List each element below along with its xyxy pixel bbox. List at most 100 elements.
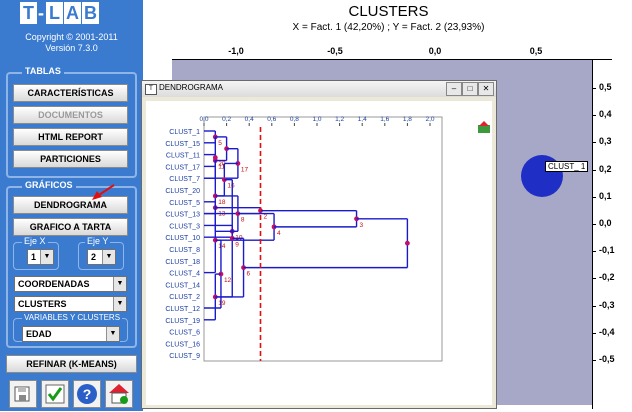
- html-report-button[interactable]: HTML REPORT: [13, 128, 128, 146]
- copyright-text: Copyright © 2001-2011: [25, 32, 118, 42]
- y-tick-mark: [592, 196, 596, 198]
- leaf-label: CLUST_15: [165, 141, 200, 148]
- axis-tick-label: 1,6: [380, 116, 389, 123]
- axis-tick-label: 1,4: [358, 116, 367, 123]
- axis-tick-label: 0,0: [199, 116, 208, 123]
- help-icon[interactable]: ?: [73, 380, 101, 408]
- export-icon[interactable]: [477, 121, 491, 133]
- variables-title: VARIABLES Y CLUSTERS: [22, 313, 123, 322]
- node-label: 18: [218, 199, 226, 206]
- cluster-point-label: CLUST_ 1: [545, 161, 589, 172]
- y-tick: 0,3: [599, 136, 612, 147]
- leaf-label: CLUST_6: [169, 330, 200, 337]
- y-tick-mark: [592, 251, 596, 253]
- leaf-label: CLUST_7: [169, 176, 200, 183]
- y-tick-mark: [592, 305, 596, 307]
- y-tick: -0,1: [599, 245, 615, 256]
- maximize-button[interactable]: □: [462, 82, 478, 96]
- merge-node: [212, 155, 218, 160]
- x-axis: [172, 59, 612, 60]
- dendrogram-window: T DENDROGRAMA – □ ✕ 0,0 0,2 0,4 0,6 0,8 1,0 1,…: [141, 80, 497, 409]
- window-app-icon: T: [145, 84, 157, 95]
- axis-tick-label: 1,0: [312, 116, 321, 123]
- y-tick-mark: [592, 115, 596, 117]
- y-tick-mark: [592, 360, 596, 361]
- leaf-label: CLUST_5: [169, 200, 200, 207]
- graficos-title: GRÁFICOS: [22, 180, 76, 190]
- y-tick-mark: [592, 88, 596, 89]
- leaf-label: CLUST_1: [169, 129, 200, 136]
- chevron-down-icon: ▼: [40, 250, 53, 264]
- grafico-tarta-button[interactable]: GRAFICO A TARTA: [13, 218, 128, 236]
- node-label: 17: [241, 166, 249, 173]
- chart-subtitle: X = Fact. 1 (42,20%) ; Y = Fact. 2 (23,9…: [292, 22, 485, 33]
- leaf-label: CLUST_13: [165, 212, 200, 219]
- check-icon[interactable]: [41, 380, 69, 408]
- y-tick: -0,4: [599, 326, 615, 337]
- eje-y-label: Eje Y: [85, 236, 111, 246]
- chevron-down-icon: ▼: [113, 297, 126, 311]
- y-tick: 0,1: [599, 190, 612, 201]
- leaf-label: CLUST_18: [165, 259, 200, 266]
- leaf-label: CLUST_9: [169, 353, 200, 360]
- home-icon[interactable]: [105, 380, 133, 408]
- variables-select[interactable]: EDAD ▼: [22, 326, 120, 342]
- leaf-label: CLUST_14: [165, 282, 200, 289]
- node-label: 4: [277, 230, 281, 237]
- node-label: 6: [247, 271, 251, 278]
- axis-tick-label: 0,2: [222, 116, 231, 123]
- y-tick: -0,2: [599, 272, 615, 283]
- leaf-label: CLUST_11: [166, 153, 200, 160]
- eje-x-select[interactable]: 1 ▼: [27, 249, 54, 265]
- leaf-label: CLUST_16: [165, 341, 200, 348]
- caracteristicas-button[interactable]: CARACTERÍSTICAS: [13, 84, 128, 102]
- y-tick: 0,4: [599, 109, 612, 120]
- coordenadas-select[interactable]: COORDENADAS ▼: [14, 276, 127, 292]
- x-tick: 0,5: [529, 46, 543, 56]
- merge-node: [405, 240, 410, 246]
- window-title: DENDROGRAMA: [159, 83, 224, 92]
- minimize-button[interactable]: –: [446, 82, 462, 96]
- node-label: 19: [218, 300, 226, 307]
- chevron-down-icon: ▼: [113, 277, 126, 291]
- axis-tick-label: 2,0: [425, 116, 434, 123]
- refinar-kmeans-button[interactable]: REFINAR (K-MEANS): [6, 355, 137, 373]
- leaf-label: CLUST_3: [169, 223, 200, 230]
- window-titlebar[interactable]: T DENDROGRAMA – □ ✕: [142, 81, 496, 97]
- leaf-label: CLUST_12: [165, 306, 200, 313]
- documentos-button[interactable]: DOCUMENTOS: [13, 106, 128, 124]
- y-tick: -0,3: [599, 299, 615, 310]
- x-tick: -0,5: [327, 46, 343, 56]
- x-tick: -1,0: [228, 46, 244, 56]
- node-label: 2: [264, 214, 268, 221]
- particiones-button[interactable]: PARTICIONES: [13, 150, 128, 168]
- chart-title: CLUSTERS: [348, 3, 429, 20]
- version-text: Versión 7.3.0: [45, 43, 98, 53]
- dendrogram-chart: 0,0 0,2 0,4 0,6 0,8 1,0 1,2 1,4 1,6 1,8 2,0 CLUST_1…: [165, 116, 443, 362]
- leaf-label: CLUST_17: [165, 164, 200, 171]
- axis-tick-label: 1,8: [403, 116, 412, 123]
- leaf-label: CLUST_20: [165, 188, 200, 195]
- axis-tick-label: 1,2: [335, 116, 344, 123]
- eje-y-select[interactable]: 2 ▼: [87, 249, 116, 265]
- tlab-logo: T-LAB: [20, 2, 100, 28]
- axis-tick-label: 0,8: [290, 116, 299, 123]
- clusters-select[interactable]: CLUSTERS ▼: [14, 296, 127, 312]
- axis-tick-label: 0,4: [245, 116, 254, 123]
- y-tick: 0,0: [599, 218, 612, 228]
- leaf-label: CLUST_4: [169, 271, 200, 278]
- node-label: 16: [227, 183, 235, 190]
- y-tick-mark: [592, 278, 596, 280]
- chevron-down-icon: ▼: [102, 250, 115, 264]
- y-tick: 0,5: [599, 82, 612, 92]
- node-label: 5: [218, 140, 222, 147]
- axis-tick-label: 0,6: [267, 116, 276, 123]
- red-arrow-icon: [92, 184, 115, 200]
- node-label: 9: [235, 241, 239, 248]
- close-button[interactable]: ✕: [478, 82, 494, 96]
- eje-x-label: Eje X: [22, 236, 48, 246]
- tablas-title: TABLAS: [22, 66, 64, 76]
- svg-text:?: ?: [83, 386, 92, 402]
- save-icon[interactable]: [9, 380, 37, 408]
- leaf-label: CLUST_10: [165, 235, 200, 242]
